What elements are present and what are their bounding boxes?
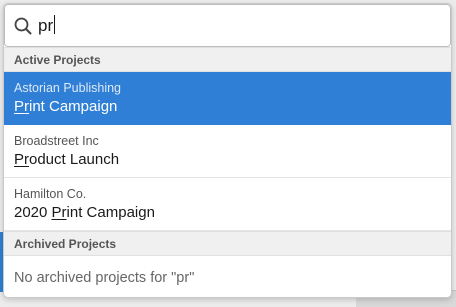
match-highlight: Pr [14, 98, 29, 115]
match-highlight: Pr [14, 151, 29, 168]
result-item-astorian-print-campaign[interactable]: Astorian Publishing Print Campaign [4, 72, 451, 125]
project-name: Print Campaign [14, 98, 118, 115]
archived-projects-header: Archived Projects [4, 231, 451, 256]
active-projects-header: Active Projects [4, 47, 451, 72]
text-caret [54, 15, 56, 34]
archived-projects-label: Archived Projects [14, 236, 117, 251]
project-name: 2020 Print Campaign [14, 204, 155, 221]
client-name: Hamilton Co. [14, 187, 87, 201]
client-name: Astorian Publishing [14, 81, 122, 95]
search-icon [14, 17, 32, 34]
match-highlight: Pr [51, 204, 67, 221]
client-name: Broadstreet Inc [14, 134, 99, 148]
project-name: Product Launch [14, 151, 120, 168]
archived-empty-message: No archived projects for "pr" [14, 270, 195, 286]
result-item-hamilton-2020-print-campaign[interactable]: Hamilton Co. 2020 Print Campaign [4, 178, 451, 231]
active-projects-label: Active Projects [14, 52, 101, 67]
project-search-dropdown: pr Active Projects Astorian Publishing P… [3, 3, 452, 298]
result-item-broadstreet-product-launch[interactable]: Broadstreet Inc Product Launch [4, 125, 451, 178]
search-input[interactable]: pr [4, 4, 451, 47]
search-query-text: pr [38, 15, 56, 35]
